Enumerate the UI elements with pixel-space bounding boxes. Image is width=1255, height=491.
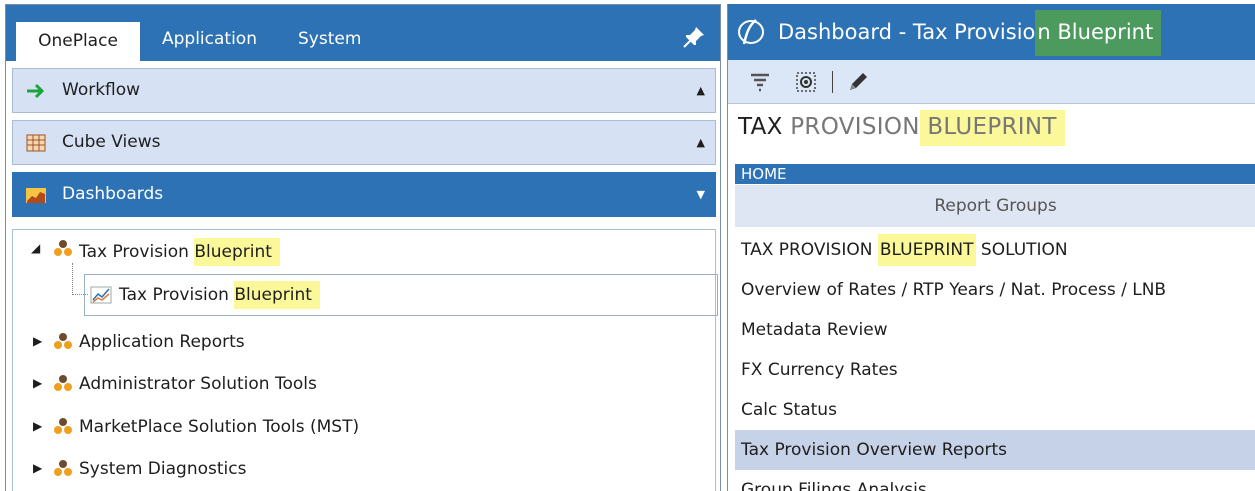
- collapse-triangle-icon[interactable]: ◢: [31, 241, 40, 255]
- report-item-label: SOLUTION: [975, 240, 1068, 260]
- tree-node-tax-provision-blueprint-group[interactable]: Tax Provision Blueprint: [79, 236, 280, 268]
- title-highlight-text: Blueprint: [1057, 20, 1154, 44]
- report-item-label: TAX PROVISION: [741, 240, 878, 260]
- dashboard-title-bar: Dashboard - Tax Provision Blueprint: [728, 4, 1255, 60]
- home-header: HOME: [735, 164, 1255, 184]
- expand-triangle-icon[interactable]: ▶: [33, 419, 42, 433]
- workflow-accordion-header[interactable]: Workflow ▲: [12, 68, 716, 113]
- tree-node-label: Tax Provision: [79, 242, 195, 262]
- workflow-label: Workflow: [62, 80, 141, 100]
- line-chart-icon: [90, 286, 112, 304]
- refresh-icon[interactable]: [794, 70, 818, 94]
- tree-child-selected[interactable]: Tax Provision Blueprint: [84, 274, 718, 316]
- dashboard-panel: Dashboard - Tax Provision Blueprint TAX …: [727, 4, 1255, 491]
- heading-text: PROVISION: [782, 114, 920, 140]
- group-dots-icon: [54, 240, 72, 256]
- tab-oneplace[interactable]: OnePlace: [16, 22, 140, 61]
- group-dots-icon: [54, 333, 72, 349]
- left-navigation-panel: OnePlace Application System Workflow ▲ C…: [5, 4, 721, 491]
- report-item-overview-of-rates[interactable]: Overview of Rates / RTP Years / Nat. Pro…: [735, 270, 1255, 310]
- report-item-tax-provision-overview-reports[interactable]: Tax Provision Overview Reports: [735, 430, 1255, 470]
- dashboard-toolbar: [728, 60, 1255, 104]
- tree-node-system-diagnostics[interactable]: System Diagnostics: [79, 453, 246, 485]
- chart-icon: [26, 188, 46, 203]
- heading-text: TAX: [738, 114, 783, 140]
- search-highlight: Blueprint: [234, 281, 320, 309]
- report-groups-header: Report Groups: [735, 185, 1255, 227]
- onestream-logo-icon: [738, 19, 764, 45]
- report-item-fx-currency-rates[interactable]: FX Currency Rates: [735, 350, 1255, 390]
- group-dots-icon: [54, 375, 72, 391]
- cube-views-accordion-header[interactable]: Cube Views ▲: [12, 120, 716, 165]
- dashboard-heading: TAX PROVISION BLUEPRINT: [738, 110, 1065, 146]
- nav-tab-bar: OnePlace Application System: [6, 5, 720, 61]
- search-highlight-green: n Blueprint: [1035, 10, 1162, 56]
- tree-node-administrator-solution-tools[interactable]: Administrator Solution Tools: [79, 368, 317, 400]
- cube-views-label: Cube Views: [62, 132, 161, 152]
- title-text: n: [1037, 20, 1058, 44]
- grid-icon: [26, 134, 46, 152]
- collapse-caret-icon: ▲: [696, 136, 705, 149]
- report-item-tax-provision-blueprint-solution[interactable]: TAX PROVISION BLUEPRINT SOLUTION: [735, 230, 1255, 270]
- tab-system[interactable]: System: [298, 22, 361, 56]
- dashboards-accordion-header[interactable]: Dashboards ▼: [12, 172, 716, 217]
- title-text: Dashboard - Tax Provisio: [778, 20, 1036, 44]
- group-dots-icon: [54, 460, 72, 476]
- toolbar-separator: [832, 71, 833, 93]
- dashboards-label: Dashboards: [62, 184, 164, 204]
- arrow-right-icon: [27, 83, 45, 99]
- expand-caret-icon: ▼: [696, 188, 705, 201]
- expand-triangle-icon[interactable]: ▶: [33, 334, 42, 348]
- search-highlight: BLUEPRINT: [877, 234, 976, 266]
- tree-node-application-reports[interactable]: Application Reports: [79, 326, 245, 358]
- report-item-calc-status[interactable]: Calc Status: [735, 390, 1255, 430]
- expand-triangle-icon[interactable]: ▶: [33, 376, 42, 390]
- tree-node-marketplace-solution-tools[interactable]: MarketPlace Solution Tools (MST): [79, 411, 359, 443]
- tree-node-label: Tax Provision: [119, 285, 235, 305]
- dashboard-tree: ◢ Tax Provision Blueprint Tax Provision …: [12, 229, 718, 491]
- tree-node-tax-provision-blueprint-dashboard: Tax Provision Blueprint: [119, 279, 320, 311]
- collapse-caret-icon: ▲: [696, 84, 705, 97]
- group-dots-icon: [54, 418, 72, 434]
- expand-triangle-icon[interactable]: ▶: [33, 461, 42, 475]
- search-highlight: Blueprint: [194, 238, 280, 266]
- dashboard-title: Dashboard - Tax Provision Blueprint: [778, 4, 1162, 60]
- heading-highlight: BLUEPRINT: [919, 110, 1065, 146]
- pin-icon[interactable]: [682, 25, 706, 49]
- filter-icon[interactable]: [748, 70, 772, 94]
- report-item-group-filings-analysis[interactable]: Group Filings Analysis: [735, 470, 1255, 491]
- tree-connector: [72, 263, 73, 295]
- edit-icon[interactable]: [846, 70, 870, 94]
- tab-application[interactable]: Application: [162, 22, 257, 56]
- report-item-metadata-review[interactable]: Metadata Review: [735, 310, 1255, 350]
